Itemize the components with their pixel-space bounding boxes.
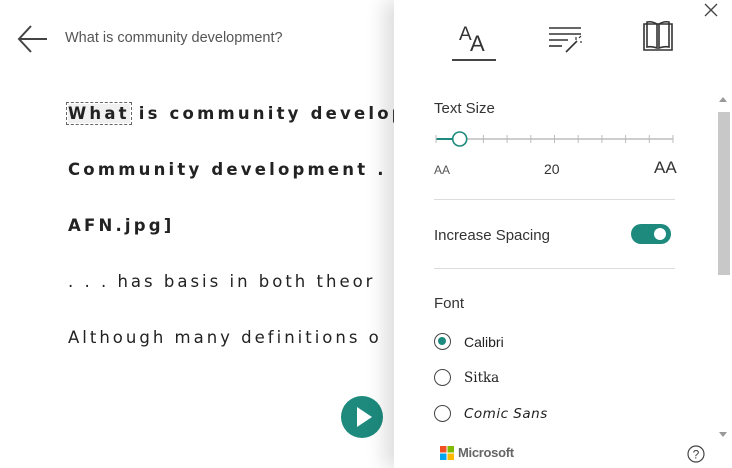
font-option-label: Comic Sans <box>464 406 548 422</box>
text-size-small-glyph: AA <box>434 163 451 177</box>
text-size-slider[interactable] <box>434 128 675 150</box>
close-icon <box>704 3 718 17</box>
tab-reading-preferences[interactable] <box>640 18 676 58</box>
radio-button[interactable] <box>434 369 451 386</box>
text-size-label: Text Size <box>434 100 495 117</box>
increase-spacing-toggle[interactable] <box>631 224 671 244</box>
focused-word[interactable]: What <box>66 102 132 125</box>
divider <box>434 268 675 269</box>
font-label: Font <box>434 295 465 312</box>
play-icon <box>357 407 372 427</box>
scroll-down-arrow-icon[interactable] <box>719 432 727 437</box>
book-icon <box>643 20 673 51</box>
document-title: What is community development? <box>65 30 283 46</box>
help-button[interactable]: ? <box>687 445 705 463</box>
divider <box>434 199 675 200</box>
reader-view: What is community development? What is c… <box>0 0 394 468</box>
text-preferences-panel: A A Text Size AA 20 AA Increase Spacing … <box>394 0 732 468</box>
text-size-icon: A A <box>459 24 485 56</box>
reader-line[interactable]: . . . has basis in both theor <box>68 272 375 291</box>
reader-line-text: is community develop <box>129 104 394 123</box>
active-tab-indicator <box>452 59 496 61</box>
tab-grammar-options[interactable] <box>546 18 584 58</box>
reader-line[interactable]: What is community develop <box>66 102 394 125</box>
radio-selected-dot <box>438 337 446 345</box>
text-size-value: 20 <box>544 161 560 177</box>
font-option-label: Sitka <box>464 370 500 386</box>
increase-spacing-label: Increase Spacing <box>434 227 550 244</box>
svg-text:A: A <box>470 31 485 56</box>
grammar-wand-icon <box>549 27 582 53</box>
reader-line[interactable]: Community development . . <box>68 160 394 179</box>
back-arrow-icon <box>17 25 47 53</box>
slider-knob[interactable] <box>451 131 468 147</box>
toggle-knob <box>654 228 666 240</box>
radio-button[interactable] <box>434 333 451 350</box>
microsoft-logo-icon <box>440 446 454 460</box>
scroll-up-arrow-icon[interactable] <box>719 97 727 102</box>
scrollbar-thumb[interactable] <box>718 112 730 275</box>
help-icon: ? <box>687 445 705 463</box>
close-button[interactable] <box>704 3 718 17</box>
font-option-label: Calibri <box>464 334 504 350</box>
reader-line[interactable]: Although many definitions o <box>68 328 382 347</box>
microsoft-brand-text: Microsoft <box>458 445 514 460</box>
radio-button[interactable] <box>434 405 451 422</box>
text-size-large-glyph: AA <box>654 158 677 177</box>
help-label: ? <box>693 448 700 462</box>
tab-text-preferences[interactable]: A A <box>452 18 496 58</box>
play-button[interactable] <box>341 396 383 438</box>
reader-line[interactable]: AFN.jpg] <box>68 216 175 235</box>
back-button[interactable] <box>16 22 50 56</box>
